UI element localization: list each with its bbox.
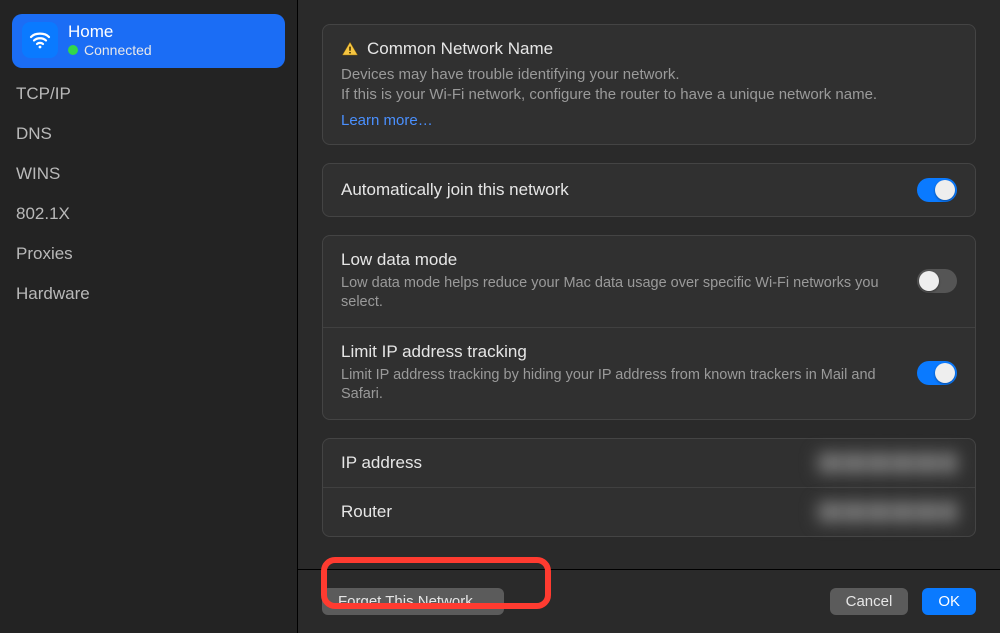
low-data-desc: Low data mode helps reduce your Mac data… <box>341 274 897 313</box>
router-value <box>817 502 957 522</box>
limit-ip-label: Limit IP address tracking <box>341 342 897 362</box>
wifi-icon <box>22 22 58 58</box>
sidebar-item-tcpip[interactable]: TCP/IP <box>12 74 285 114</box>
network-status: Connected <box>84 42 152 58</box>
sidebar-item-dns[interactable]: DNS <box>12 114 285 154</box>
footer-bar: Forget This Network… Cancel OK <box>298 569 1000 633</box>
cancel-button[interactable]: Cancel <box>830 588 909 615</box>
mode-panel: Low data mode Low data mode helps reduce… <box>322 235 976 420</box>
sidebar-item-wins[interactable]: WINS <box>12 154 285 194</box>
router-label: Router <box>341 502 797 522</box>
low-data-toggle[interactable] <box>917 269 957 293</box>
sidebar-item-proxies[interactable]: Proxies <box>12 234 285 274</box>
warning-title: Common Network Name <box>367 39 553 59</box>
limit-ip-desc: Limit IP address tracking by hiding your… <box>341 366 897 405</box>
warning-triangle-icon <box>341 40 359 58</box>
auto-join-label: Automatically join this network <box>341 180 897 200</box>
sidebar-item-hardware[interactable]: Hardware <box>12 274 285 314</box>
sidebar-item-8021x[interactable]: 802.1X <box>12 194 285 234</box>
network-name: Home <box>68 22 152 42</box>
warning-panel: Common Network Name Devices may have tro… <box>322 24 976 145</box>
status-dot-icon <box>68 45 78 55</box>
warning-line-1: Devices may have trouble identifying you… <box>341 65 957 85</box>
limit-ip-toggle[interactable] <box>917 361 957 385</box>
auto-join-panel: Automatically join this network <box>322 163 976 217</box>
content-scroll[interactable]: Common Network Name Devices may have tro… <box>298 0 1000 569</box>
ip-address-value <box>817 453 957 473</box>
network-info-panel: IP address Router <box>322 438 976 537</box>
ok-button[interactable]: OK <box>922 588 976 615</box>
auto-join-toggle[interactable] <box>917 178 957 202</box>
low-data-label: Low data mode <box>341 250 897 270</box>
sidebar: Home Connected TCP/IP DNS WINS 802.1X Pr… <box>0 0 298 633</box>
learn-more-link[interactable]: Learn more… <box>341 112 433 129</box>
forget-network-button[interactable]: Forget This Network… <box>322 588 504 615</box>
warning-line-2: If this is your Wi-Fi network, configure… <box>341 85 957 105</box>
main-area: Common Network Name Devices may have tro… <box>298 0 1000 633</box>
ip-address-label: IP address <box>341 453 797 473</box>
sidebar-network-item[interactable]: Home Connected <box>12 14 285 68</box>
